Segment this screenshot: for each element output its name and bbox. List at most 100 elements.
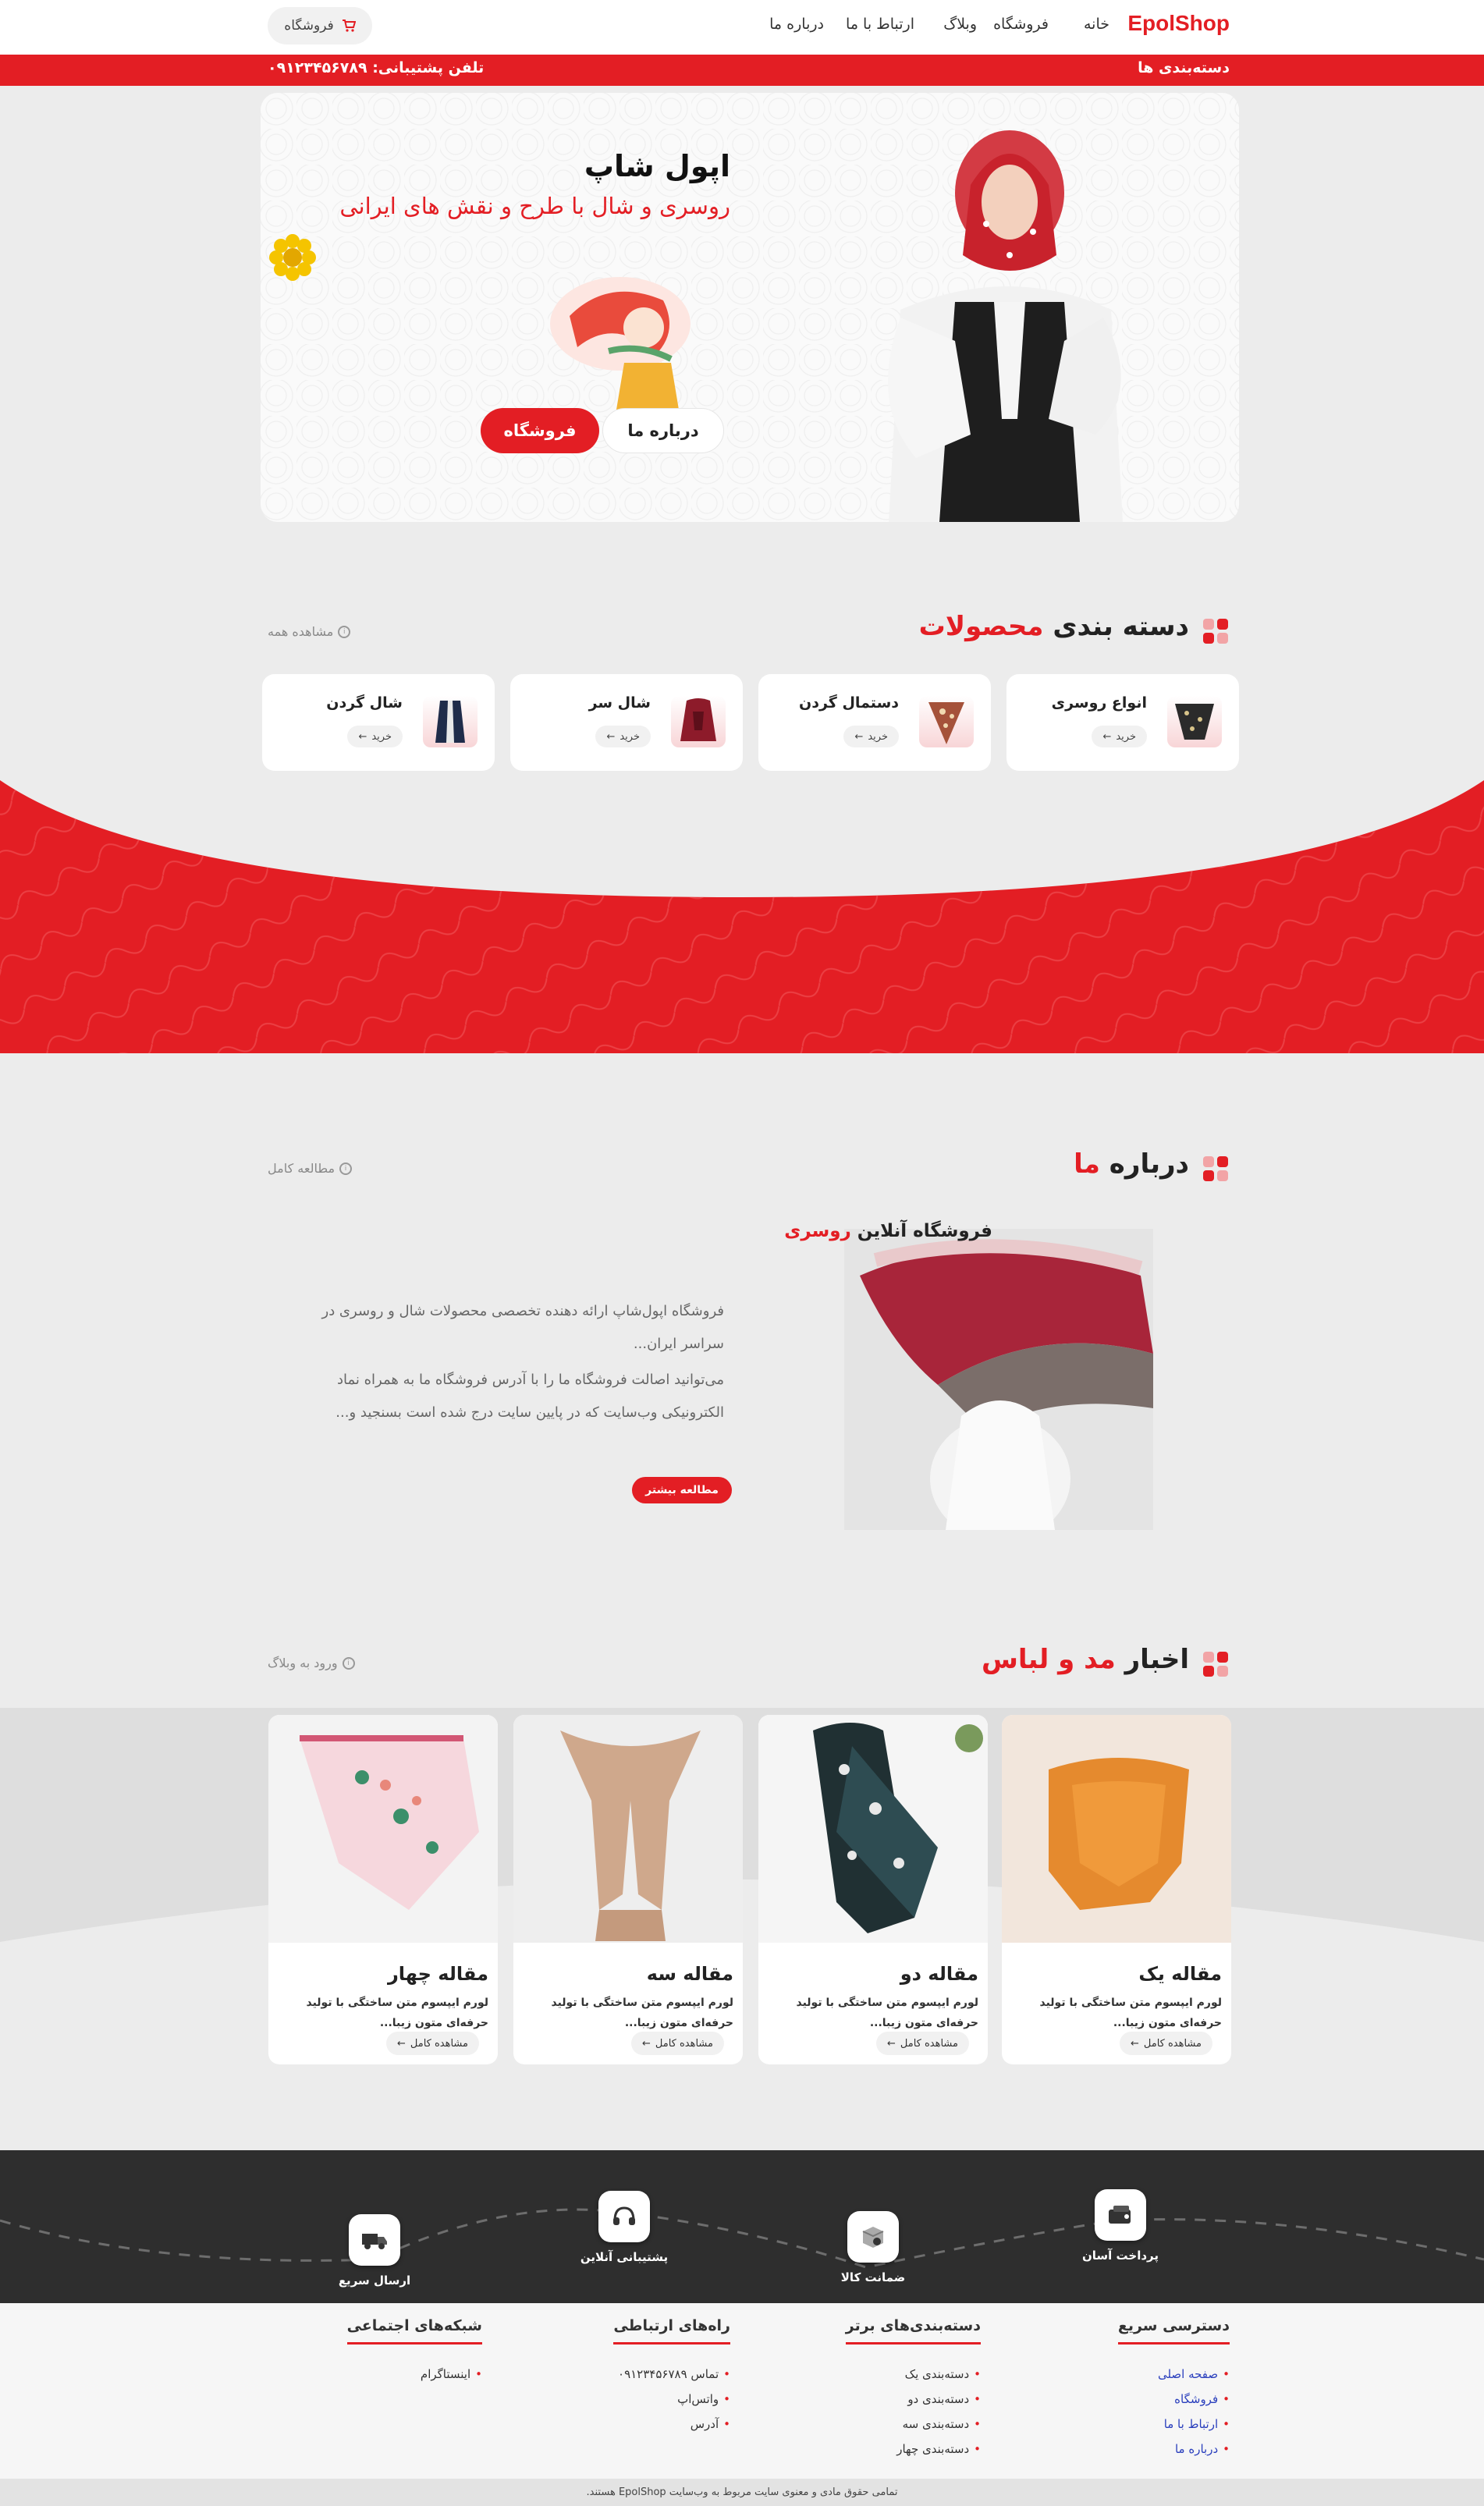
blog-card[interactable]: مقاله دو لورم ایپسوم متن ساختگی با تولید…	[758, 1715, 988, 2064]
cart-label: فروشگاه	[284, 18, 334, 34]
categories-menu[interactable]: دسته‌بندی ها	[1138, 59, 1230, 76]
support-phone-number: ۰۹۱۲۳۴۵۶۷۸۹	[268, 59, 367, 76]
category-name: شال سر	[588, 694, 651, 712]
about-heading-a: فروشگاه آنلاین	[857, 1221, 992, 1241]
feature-label: پرداخت آسان	[1081, 2249, 1159, 2263]
category-buy-button[interactable]: خرید ←	[595, 726, 651, 747]
blog-excerpt: لورم ایپسوم متن ساختگی با تولید حرفه‌ای …	[1039, 1997, 1222, 2029]
top-bar: دسته‌بندی ها تلفن پشتیبانی: ۰۹۱۲۳۴۵۶۷۸۹	[0, 55, 1484, 86]
category-image	[1167, 696, 1222, 747]
footer-link-about[interactable]: درباره ما	[1118, 2437, 1230, 2462]
blog-title[interactable]: مقاله چهار	[388, 1963, 488, 1985]
category-image	[423, 696, 478, 747]
category-image	[671, 696, 726, 747]
nav-home[interactable]: خانه	[1084, 16, 1109, 33]
hero-title: اپول شاپ	[584, 149, 730, 183]
arrow-left-icon: ←	[1130, 2037, 1139, 2050]
footer-contact-whatsapp[interactable]: واتس‌اپ	[613, 2387, 730, 2412]
blog-more-button[interactable]: مشاهده کامل ←	[1119, 2032, 1212, 2055]
blog-more-button[interactable]: مشاهده کامل ←	[630, 2032, 724, 2055]
blog-title[interactable]: مقاله دو	[900, 1963, 978, 1985]
footer-category-item[interactable]: دسته‌بندی دو	[846, 2387, 981, 2412]
footer-top-categories: دسته‌بندی‌های برتر دسته‌بندی یک دسته‌بند…	[845, 2317, 981, 2462]
about-paragraph-1: فروشگاه اپول‌شاپ ارائه دهنده تخصصی محصول…	[321, 1303, 725, 1352]
category-name: دستمال گردن	[799, 694, 899, 712]
feature-fast-delivery	[349, 2214, 400, 2266]
category-card[interactable]: شال سر خرید ←	[510, 674, 743, 771]
blog-image	[1002, 1715, 1231, 1943]
footer-quick-access: دسترسی سریع صفحه اصلی فروشگاه ارتباط با …	[1117, 2317, 1230, 2462]
footer-heading: دسته‌بندی‌های برتر	[845, 2317, 981, 2344]
blog-card[interactable]: مقاله یک لورم ایپسوم متن ساختگی با تولید…	[1002, 1715, 1231, 2064]
section-badge-icon	[1203, 1156, 1228, 1181]
about-image	[844, 1229, 1153, 1530]
hero-about-button[interactable]: درباره ما	[602, 408, 724, 453]
cart-button[interactable]: فروشگاه	[268, 7, 372, 44]
about-more-button[interactable]: مطالعه بیشتر	[632, 1477, 732, 1503]
features-band: پرداخت آسان ضمانت کالا پشتیبانی آنلاین ا…	[0, 2150, 1484, 2303]
enter-blog-link[interactable]: i ورود به وبلاگ	[268, 1656, 355, 1670]
more-label: مشاهده کامل	[900, 2037, 958, 2050]
category-name: شال گردن	[326, 694, 403, 712]
nav-blog[interactable]: وبلاگ	[943, 16, 977, 33]
footer-heading: راه‌های ارتباطی	[613, 2317, 730, 2344]
buy-label: خرید	[1116, 730, 1136, 743]
about-section-title: درباره ما	[1074, 1148, 1189, 1180]
info-icon: i	[342, 1656, 355, 1670]
hero-shop-button[interactable]: فروشگاه	[481, 408, 599, 453]
more-label: مشاهده کامل	[410, 2037, 468, 2050]
blog-more-button[interactable]: مشاهده کامل ←	[385, 2032, 479, 2055]
sunflower-icon	[269, 234, 316, 281]
footer-contact-address[interactable]: آدرس	[613, 2412, 730, 2437]
blog-more-button[interactable]: مشاهده کامل ←	[875, 2032, 969, 2055]
brand-logo[interactable]: EpolShop	[1127, 11, 1230, 36]
footer-link-shop[interactable]: فروشگاه	[1118, 2387, 1230, 2412]
arrow-left-icon: ←	[358, 730, 367, 743]
nav-contact[interactable]: ارتباط با ما	[846, 16, 914, 33]
feature-label: ضمانت کالا	[840, 2270, 906, 2284]
category-card[interactable]: دستمال گردن خرید ←	[758, 674, 991, 771]
category-buy-button[interactable]: خرید ←	[843, 726, 899, 747]
package-icon	[847, 2211, 899, 2263]
footer-contact-phone[interactable]: تماس ۰۹۱۲۳۴۵۶۷۸۹	[613, 2362, 730, 2387]
arrow-left-icon: ←	[854, 730, 864, 743]
blog-image	[268, 1715, 498, 1943]
blog-title[interactable]: مقاله سه	[647, 1963, 733, 1985]
category-buy-button[interactable]: خرید ←	[347, 726, 403, 747]
footer-category-item[interactable]: دسته‌بندی چهار	[846, 2437, 981, 2462]
dashed-path-decoration	[0, 2208, 1484, 2269]
blog-card[interactable]: مقاله چهار لورم ایپسوم متن ساختگی با تول…	[268, 1715, 498, 2064]
view-all-link[interactable]: i مشاهده همه	[268, 624, 351, 639]
feature-label: ارسال سریع	[338, 2274, 411, 2288]
nav-about[interactable]: درباره ما	[769, 16, 824, 33]
blog-image	[758, 1715, 988, 1943]
copyright-bar: تمامی حقوق مادی و معنوی سایت مربوط به وب…	[0, 2479, 1484, 2506]
feature-online-support	[598, 2191, 650, 2242]
about-title-b: ما	[1074, 1148, 1100, 1180]
buy-label: خرید	[371, 730, 392, 743]
arrow-left-icon: ←	[641, 2037, 651, 2050]
nav-shop[interactable]: فروشگاه	[993, 16, 1049, 33]
footer-category-item[interactable]: دسته‌بندی یک	[846, 2362, 981, 2387]
category-buy-button[interactable]: خرید ←	[1092, 726, 1147, 747]
category-image	[919, 696, 974, 747]
support-phone: تلفن پشتیبانی: ۰۹۱۲۳۴۵۶۷۸۹	[268, 59, 484, 76]
category-card[interactable]: شال گردن خرید ←	[262, 674, 495, 771]
headset-icon	[598, 2191, 650, 2242]
support-phone-label: تلفن پشتیبانی:	[372, 59, 485, 76]
view-all-label: مشاهده همه	[268, 624, 334, 639]
footer-social-instagram[interactable]: اینستاگرام	[347, 2362, 482, 2387]
footer-link-contact[interactable]: ارتباط با ما	[1118, 2412, 1230, 2437]
category-card[interactable]: انواع روسری خرید ←	[1006, 674, 1239, 771]
more-label: مشاهده کامل	[1143, 2037, 1202, 2050]
blog-title[interactable]: مقاله یک	[1138, 1963, 1222, 1985]
blog-card[interactable]: مقاله سه لورم ایپسوم متن ساختگی با تولید…	[513, 1715, 743, 2064]
read-full-link[interactable]: i مطالعه کامل	[268, 1161, 353, 1176]
footer-category-item[interactable]: دسته‌بندی سه	[846, 2412, 981, 2437]
footer-link-home[interactable]: صفحه اصلی	[1118, 2362, 1230, 2387]
hero-banner: اپول شاپ روسری و شال با طرح و نقش های ای…	[261, 93, 1239, 522]
about-paragraph-2: می‌توانید اصالت فروشگاه ما را با آدرس فر…	[335, 1372, 724, 1421]
hero-subtitle: روسری و شال با طرح و نقش های ایرانی	[339, 193, 730, 219]
about-title-a: درباره	[1109, 1148, 1189, 1180]
truck-icon	[349, 2214, 400, 2266]
